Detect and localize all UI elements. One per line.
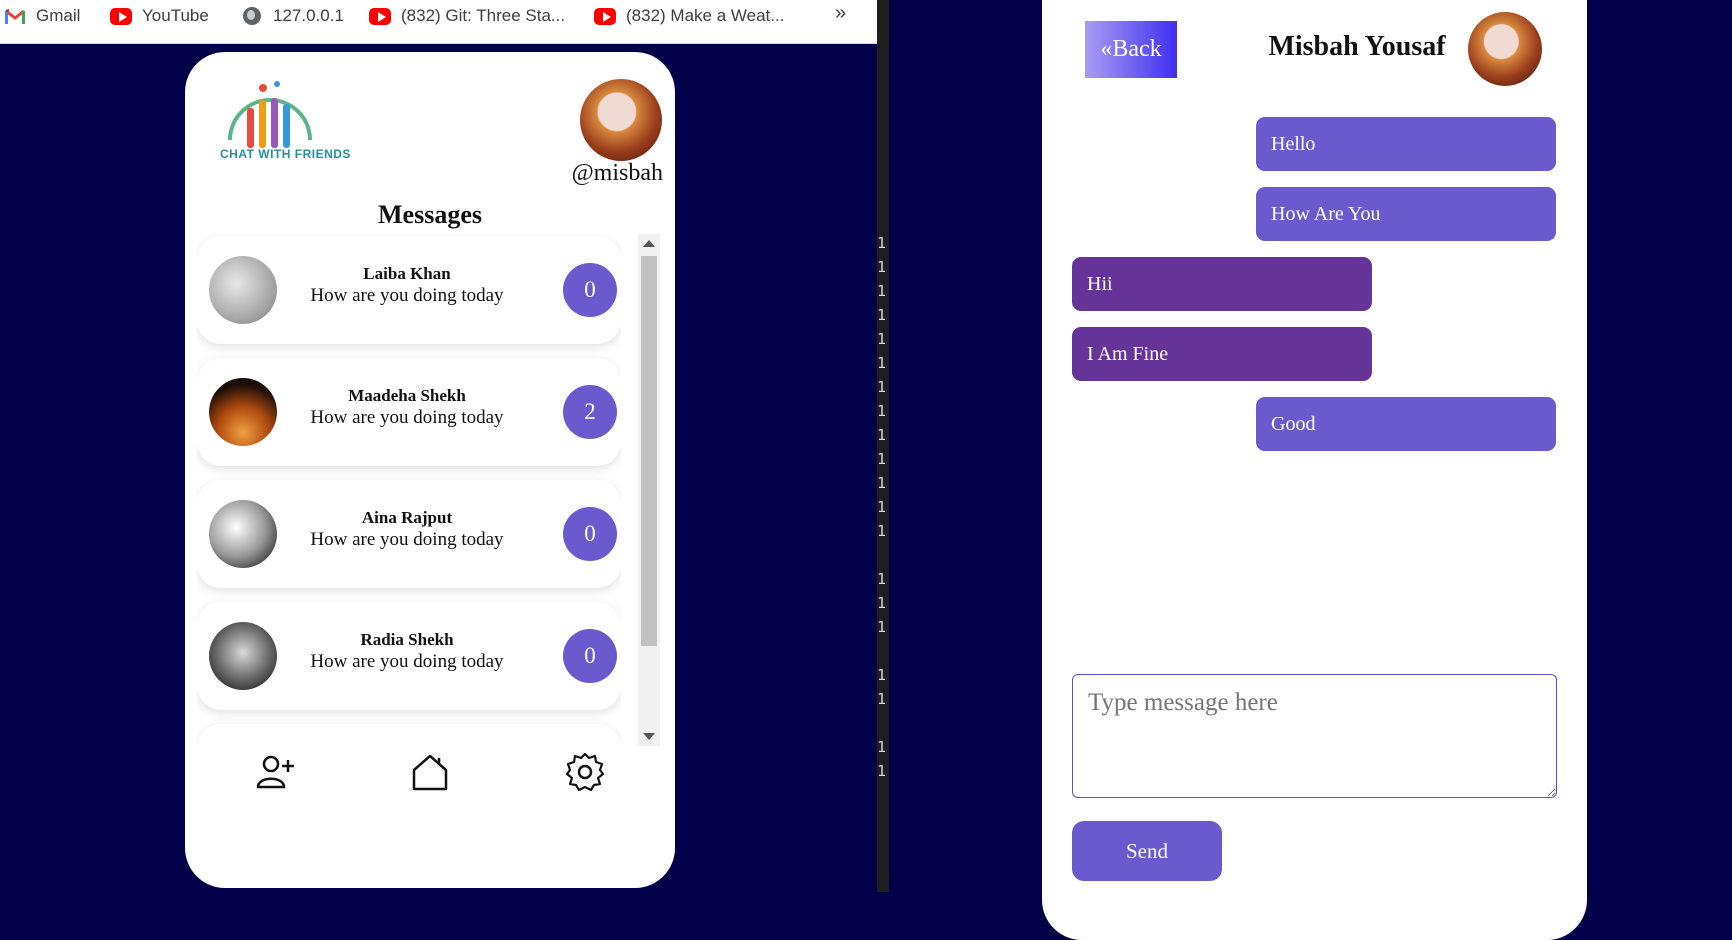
contact-item[interactable]: Maadeha Shekh How are you doing today 2 bbox=[197, 358, 621, 466]
page-title: Messages bbox=[378, 200, 482, 229]
contact-last-message: How are you doing today bbox=[310, 529, 504, 550]
bookmark-label: (832) Git: Three Sta... bbox=[401, 6, 566, 25]
bookmark-git-video[interactable]: (832) Git: Three Sta... bbox=[369, 0, 565, 32]
gmail-icon bbox=[4, 7, 26, 25]
youtube-icon bbox=[594, 7, 616, 25]
message-bubble-sent: Good bbox=[1256, 397, 1556, 451]
home-icon[interactable] bbox=[410, 752, 450, 792]
contact-item[interactable] bbox=[197, 724, 621, 746]
contact-name: Laiba Khan bbox=[363, 264, 451, 283]
unread-badge: 0 bbox=[563, 263, 617, 317]
avatar bbox=[209, 500, 277, 568]
line-number: 1 bbox=[877, 402, 887, 420]
settings-icon[interactable] bbox=[565, 752, 605, 792]
line-number: 1 bbox=[877, 618, 887, 636]
avatar bbox=[209, 622, 277, 690]
line-number: 1 bbox=[877, 378, 887, 396]
line-number: 1 bbox=[877, 234, 887, 252]
line-number: 1 bbox=[877, 282, 887, 300]
contact-last-message: How are you doing today bbox=[310, 285, 504, 306]
more-bookmarks-button[interactable]: » bbox=[835, 2, 846, 25]
unread-badge: 2 bbox=[563, 385, 617, 439]
chat-contact-name: Misbah Yousaf bbox=[1268, 31, 1446, 62]
line-number: 1 bbox=[877, 762, 887, 780]
line-number: 1 bbox=[877, 450, 887, 468]
message-bubble-sent: How Are You bbox=[1256, 187, 1556, 241]
contact-list: Laiba Khan How are you doing today 0 Maa… bbox=[197, 234, 621, 746]
add-user-icon[interactable] bbox=[255, 752, 295, 792]
line-number: 1 bbox=[877, 426, 887, 444]
username: @misbah bbox=[571, 160, 663, 186]
contact-name: Maadeha Shekh bbox=[348, 386, 466, 405]
youtube-icon bbox=[110, 7, 132, 25]
contact-item[interactable]: Laiba Khan How are you doing today 0 bbox=[197, 236, 621, 344]
youtube-icon bbox=[369, 7, 391, 25]
logo-text: CHAT WITH FRIENDS bbox=[220, 147, 351, 161]
message-bubble-sent: Hello bbox=[1256, 117, 1556, 171]
bookmark-weather-video[interactable]: (832) Make a Weat... bbox=[594, 0, 784, 32]
editor-gutter bbox=[877, 0, 889, 892]
bookmark-label: YouTube bbox=[142, 6, 209, 25]
avatar bbox=[209, 378, 277, 446]
chat-avatar[interactable] bbox=[1468, 12, 1542, 86]
scroll-thumb[interactable] bbox=[641, 256, 657, 646]
send-button[interactable]: Send bbox=[1072, 821, 1222, 881]
line-number: 1 bbox=[877, 594, 887, 612]
bookmark-label: Gmail bbox=[36, 6, 81, 25]
bookmarks-bar: Gmail YouTube 127.0.0.1 (832) Git: Three… bbox=[0, 0, 877, 44]
contact-list-scrollbar[interactable] bbox=[638, 234, 660, 746]
contact-last-message: How are you doing today bbox=[310, 651, 504, 672]
line-number: 1 bbox=[877, 666, 887, 684]
message-bubble-received: Hii bbox=[1072, 257, 1372, 311]
line-number: 1 bbox=[877, 738, 887, 756]
line-number: 1 bbox=[877, 354, 887, 372]
line-number: 1 bbox=[877, 498, 887, 516]
line-number: 1 bbox=[877, 474, 887, 492]
back-button[interactable]: «Back bbox=[1085, 21, 1177, 78]
chat-app: «Back Misbah Yousaf Hello How Are You Hi… bbox=[1042, 0, 1587, 940]
unread-badge: 0 bbox=[563, 507, 617, 561]
contact-item[interactable]: Radia Shekh How are you doing today 0 bbox=[197, 602, 621, 710]
contact-name: Radia Shekh bbox=[360, 630, 454, 649]
bookmark-gmail[interactable]: Gmail bbox=[4, 0, 80, 32]
bookmark-youtube[interactable]: YouTube bbox=[110, 0, 209, 32]
line-number: 1 bbox=[877, 330, 887, 348]
line-number: 1 bbox=[877, 690, 887, 708]
scroll-up-icon[interactable] bbox=[643, 240, 655, 247]
messages-app: CHAT WITH FRIENDS @misbah Messages Laiba… bbox=[185, 52, 675, 888]
message-bubble-received: I Am Fine bbox=[1072, 327, 1372, 381]
contact-item[interactable]: Aina Rajput How are you doing today 0 bbox=[197, 480, 621, 588]
contact-last-message: How are you doing today bbox=[310, 407, 504, 428]
bookmark-label: (832) Make a Weat... bbox=[626, 6, 785, 25]
scroll-down-icon[interactable] bbox=[643, 733, 655, 740]
user-avatar[interactable] bbox=[580, 79, 662, 161]
avatar bbox=[209, 256, 277, 324]
line-number: 1 bbox=[877, 258, 887, 276]
message-input[interactable] bbox=[1072, 674, 1557, 798]
bookmark-localhost[interactable]: 127.0.0.1 bbox=[241, 0, 344, 32]
bookmark-label: 127.0.0.1 bbox=[273, 6, 344, 25]
line-number: 1 bbox=[877, 522, 887, 540]
line-number: 1 bbox=[877, 306, 887, 324]
unread-badge: 0 bbox=[563, 629, 617, 683]
globe-icon bbox=[241, 7, 263, 25]
line-number: 1 bbox=[877, 570, 887, 588]
contact-name: Aina Rajput bbox=[361, 508, 453, 527]
